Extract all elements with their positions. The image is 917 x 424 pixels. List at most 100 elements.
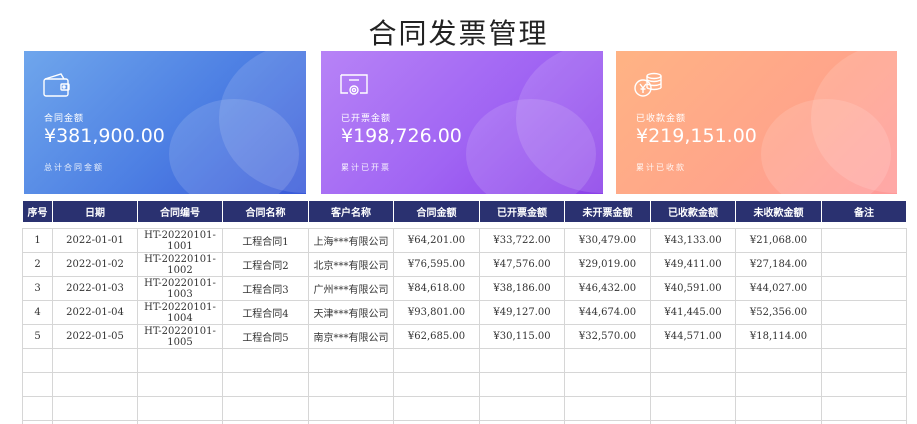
table-cell[interactable] [735, 372, 822, 397]
table-cell[interactable] [564, 348, 651, 373]
table-cell[interactable] [564, 372, 651, 397]
table-cell[interactable]: ¥47,576.00 [479, 252, 565, 277]
table-cell[interactable]: ¥49,127.00 [479, 300, 565, 325]
table-cell[interactable]: ¥33,722.00 [479, 228, 565, 253]
column-header-invoiced[interactable]: 已开票金额 [479, 200, 565, 223]
column-header-date[interactable]: 日期 [52, 200, 138, 223]
table-cell[interactable]: HT-20220101-1004 [137, 300, 223, 325]
table-cell[interactable] [650, 420, 736, 424]
table-cell[interactable]: HT-20220101-1002 [137, 252, 223, 277]
table-cell[interactable] [52, 372, 138, 397]
table-cell[interactable] [137, 372, 223, 397]
column-header-contract-name[interactable]: 合同名称 [222, 200, 309, 223]
table-cell[interactable]: ¥52,356.00 [735, 300, 822, 325]
table-cell[interactable]: 2022-01-04 [52, 300, 138, 325]
table-cell[interactable] [821, 276, 907, 301]
table-cell[interactable]: 4 [22, 300, 53, 325]
table-cell[interactable]: ¥21,068.00 [735, 228, 822, 253]
table-cell[interactable]: ¥44,674.00 [564, 300, 651, 325]
table-row[interactable]: 5 2022-01-05 HT-20220101-1005 工程合同5 南京***有限公… [22, 324, 907, 349]
table-cell[interactable] [22, 348, 53, 373]
table-cell[interactable]: 广州***有限公司 [308, 276, 394, 301]
column-header-received[interactable]: 已收款金额 [650, 200, 736, 223]
table-cell[interactable] [479, 372, 565, 397]
table-row[interactable]: 1 2022-01-01 HT-20220101-1001 工程合同1 上海***有限公… [22, 228, 907, 253]
table-cell[interactable] [52, 348, 138, 373]
table-cell[interactable]: 北京***有限公司 [308, 252, 394, 277]
table-cell[interactable]: ¥93,801.00 [393, 300, 480, 325]
table-cell[interactable]: ¥64,201.00 [393, 228, 480, 253]
table-cell[interactable] [479, 420, 565, 424]
table-cell[interactable] [821, 252, 907, 277]
table-cell[interactable]: 3 [22, 276, 53, 301]
table-cell[interactable] [137, 396, 223, 421]
table-row[interactable]: 4 2022-01-04 HT-20220101-1004 工程合同4 天津***有限公… [22, 300, 907, 325]
table-cell[interactable]: 5 [22, 324, 53, 349]
table-cell[interactable]: ¥44,027.00 [735, 276, 822, 301]
table-cell[interactable]: 2022-01-02 [52, 252, 138, 277]
table-cell[interactable]: ¥29,019.00 [564, 252, 651, 277]
table-cell[interactable] [222, 396, 309, 421]
table-cell[interactable] [821, 300, 907, 325]
column-header-unreceived[interactable]: 未收款金额 [735, 200, 822, 223]
table-cell[interactable] [308, 348, 394, 373]
table-cell[interactable] [393, 348, 480, 373]
table-cell[interactable] [564, 420, 651, 424]
column-header-contract-no[interactable]: 合同编号 [137, 200, 223, 223]
column-header-index[interactable]: 序号 [22, 200, 53, 223]
table-row[interactable] [22, 372, 907, 397]
table-cell[interactable]: 上海***有限公司 [308, 228, 394, 253]
table-cell[interactable] [821, 396, 907, 421]
table-cell[interactable]: HT-20220101-1001 [137, 228, 223, 253]
table-cell[interactable]: ¥38,186.00 [479, 276, 565, 301]
table-cell[interactable]: ¥27,184.00 [735, 252, 822, 277]
table-cell[interactable] [821, 348, 907, 373]
table-cell[interactable]: 工程合同5 [222, 324, 309, 349]
table-cell[interactable] [308, 420, 394, 424]
table-row[interactable]: 2 2022-01-02 HT-20220101-1002 工程合同2 北京***有限公… [22, 252, 907, 277]
column-header-remarks[interactable]: 备注 [821, 200, 907, 223]
table-cell[interactable] [22, 396, 53, 421]
table-cell[interactable]: ¥76,595.00 [393, 252, 480, 277]
table-cell[interactable]: 工程合同4 [222, 300, 309, 325]
table-cell[interactable] [393, 372, 480, 397]
table-cell[interactable]: 2 [22, 252, 53, 277]
table-cell[interactable] [22, 372, 53, 397]
table-cell[interactable]: 工程合同1 [222, 228, 309, 253]
table-cell[interactable]: ¥18,114.00 [735, 324, 822, 349]
table-cell[interactable]: ¥46,432.00 [564, 276, 651, 301]
table-cell[interactable] [137, 348, 223, 373]
table-cell[interactable] [22, 420, 53, 424]
table-cell[interactable] [222, 420, 309, 424]
column-header-customer[interactable]: 客户名称 [308, 200, 394, 223]
table-cell[interactable]: ¥32,570.00 [564, 324, 651, 349]
table-cell[interactable] [650, 372, 736, 397]
table-cell[interactable]: 1 [22, 228, 53, 253]
table-cell[interactable]: ¥44,571.00 [650, 324, 736, 349]
table-row[interactable] [22, 420, 907, 424]
table-cell[interactable]: 2022-01-01 [52, 228, 138, 253]
column-header-uninvoiced[interactable]: 未开票金额 [564, 200, 651, 223]
table-cell[interactable]: ¥41,445.00 [650, 300, 736, 325]
table-cell[interactable] [564, 396, 651, 421]
table-cell[interactable] [222, 372, 309, 397]
table-cell[interactable] [308, 372, 394, 397]
table-cell[interactable]: ¥62,685.00 [393, 324, 480, 349]
table-cell[interactable]: ¥49,411.00 [650, 252, 736, 277]
table-cell[interactable] [821, 372, 907, 397]
table-cell[interactable] [137, 420, 223, 424]
table-cell[interactable] [650, 396, 736, 421]
table-cell[interactable] [821, 420, 907, 424]
table-cell[interactable] [52, 396, 138, 421]
table-cell[interactable]: ¥30,479.00 [564, 228, 651, 253]
table-row[interactable] [22, 348, 907, 373]
table-cell[interactable]: 南京***有限公司 [308, 324, 394, 349]
table-cell[interactable] [821, 228, 907, 253]
table-cell[interactable]: ¥30,115.00 [479, 324, 565, 349]
table-cell[interactable] [735, 348, 822, 373]
table-cell[interactable] [821, 324, 907, 349]
table-cell[interactable] [393, 420, 480, 424]
table-cell[interactable] [308, 396, 394, 421]
table-cell[interactable] [393, 396, 480, 421]
table-cell[interactable]: 工程合同3 [222, 276, 309, 301]
